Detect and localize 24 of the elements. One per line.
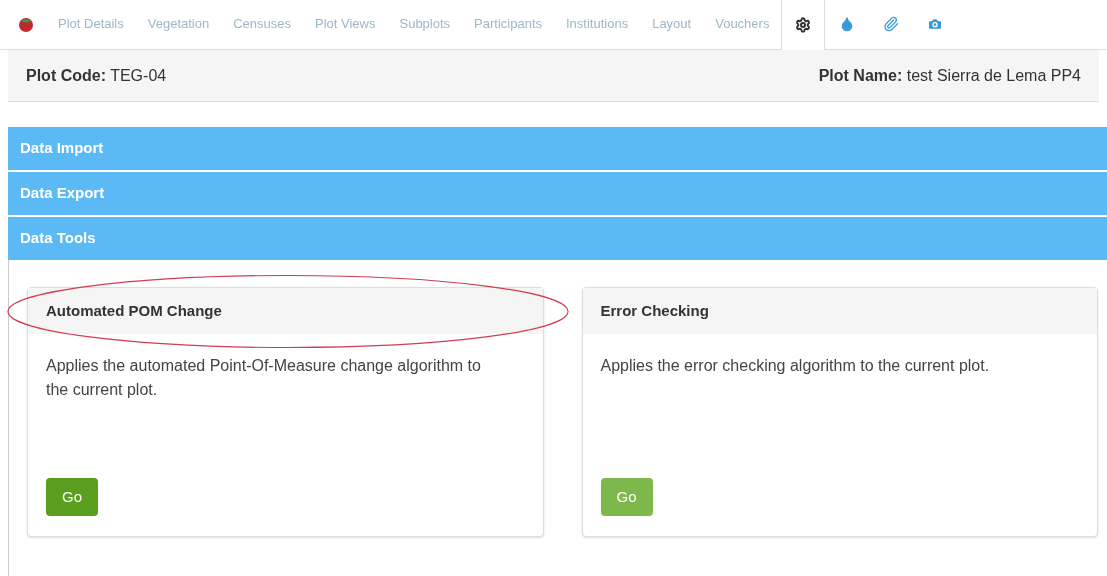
paperclip-icon bbox=[883, 16, 900, 32]
tomato-logo-icon[interactable] bbox=[18, 16, 34, 32]
nav-tab[interactable]: Layout bbox=[640, 0, 704, 49]
settings-icon bbox=[795, 17, 812, 33]
nav-tab[interactable]: Vegetation bbox=[135, 0, 222, 49]
accordion-header[interactable]: Data Import bbox=[8, 127, 1107, 170]
nav-tab[interactable]: Participants bbox=[462, 0, 554, 49]
icon-tab[interactable] bbox=[781, 0, 826, 50]
plot-name-text: Plot Name: test Sierra de Lema PP4 bbox=[818, 65, 1081, 86]
nav-tab[interactable]: Vouchers bbox=[703, 0, 782, 49]
card-description: Applies the error checking algorithm to the current plot. bbox=[599, 356, 991, 376]
card-description: Applies the automated Point-Of-Measure change algorithm to the current plot. bbox=[45, 356, 482, 400]
card-title: Error Checking bbox=[600, 300, 709, 321]
nav-tab[interactable]: Institutions bbox=[554, 0, 641, 49]
camera-icon bbox=[927, 16, 944, 32]
plot-code-text: Plot Code: TEG-04 bbox=[26, 65, 167, 86]
accordion-header[interactable]: Data Export bbox=[8, 172, 1107, 215]
go-button[interactable]: Go bbox=[46, 478, 98, 516]
nav-tab[interactable]: Plot Views bbox=[303, 0, 388, 49]
nav-tab[interactable]: Censuses bbox=[221, 0, 303, 49]
card-title: Automated POM Change bbox=[46, 300, 222, 321]
nav-tab[interactable]: Plot Details bbox=[46, 0, 136, 49]
accordion-header[interactable]: Data Tools bbox=[8, 217, 1107, 260]
nav-tab[interactable]: Subplots bbox=[387, 0, 463, 49]
